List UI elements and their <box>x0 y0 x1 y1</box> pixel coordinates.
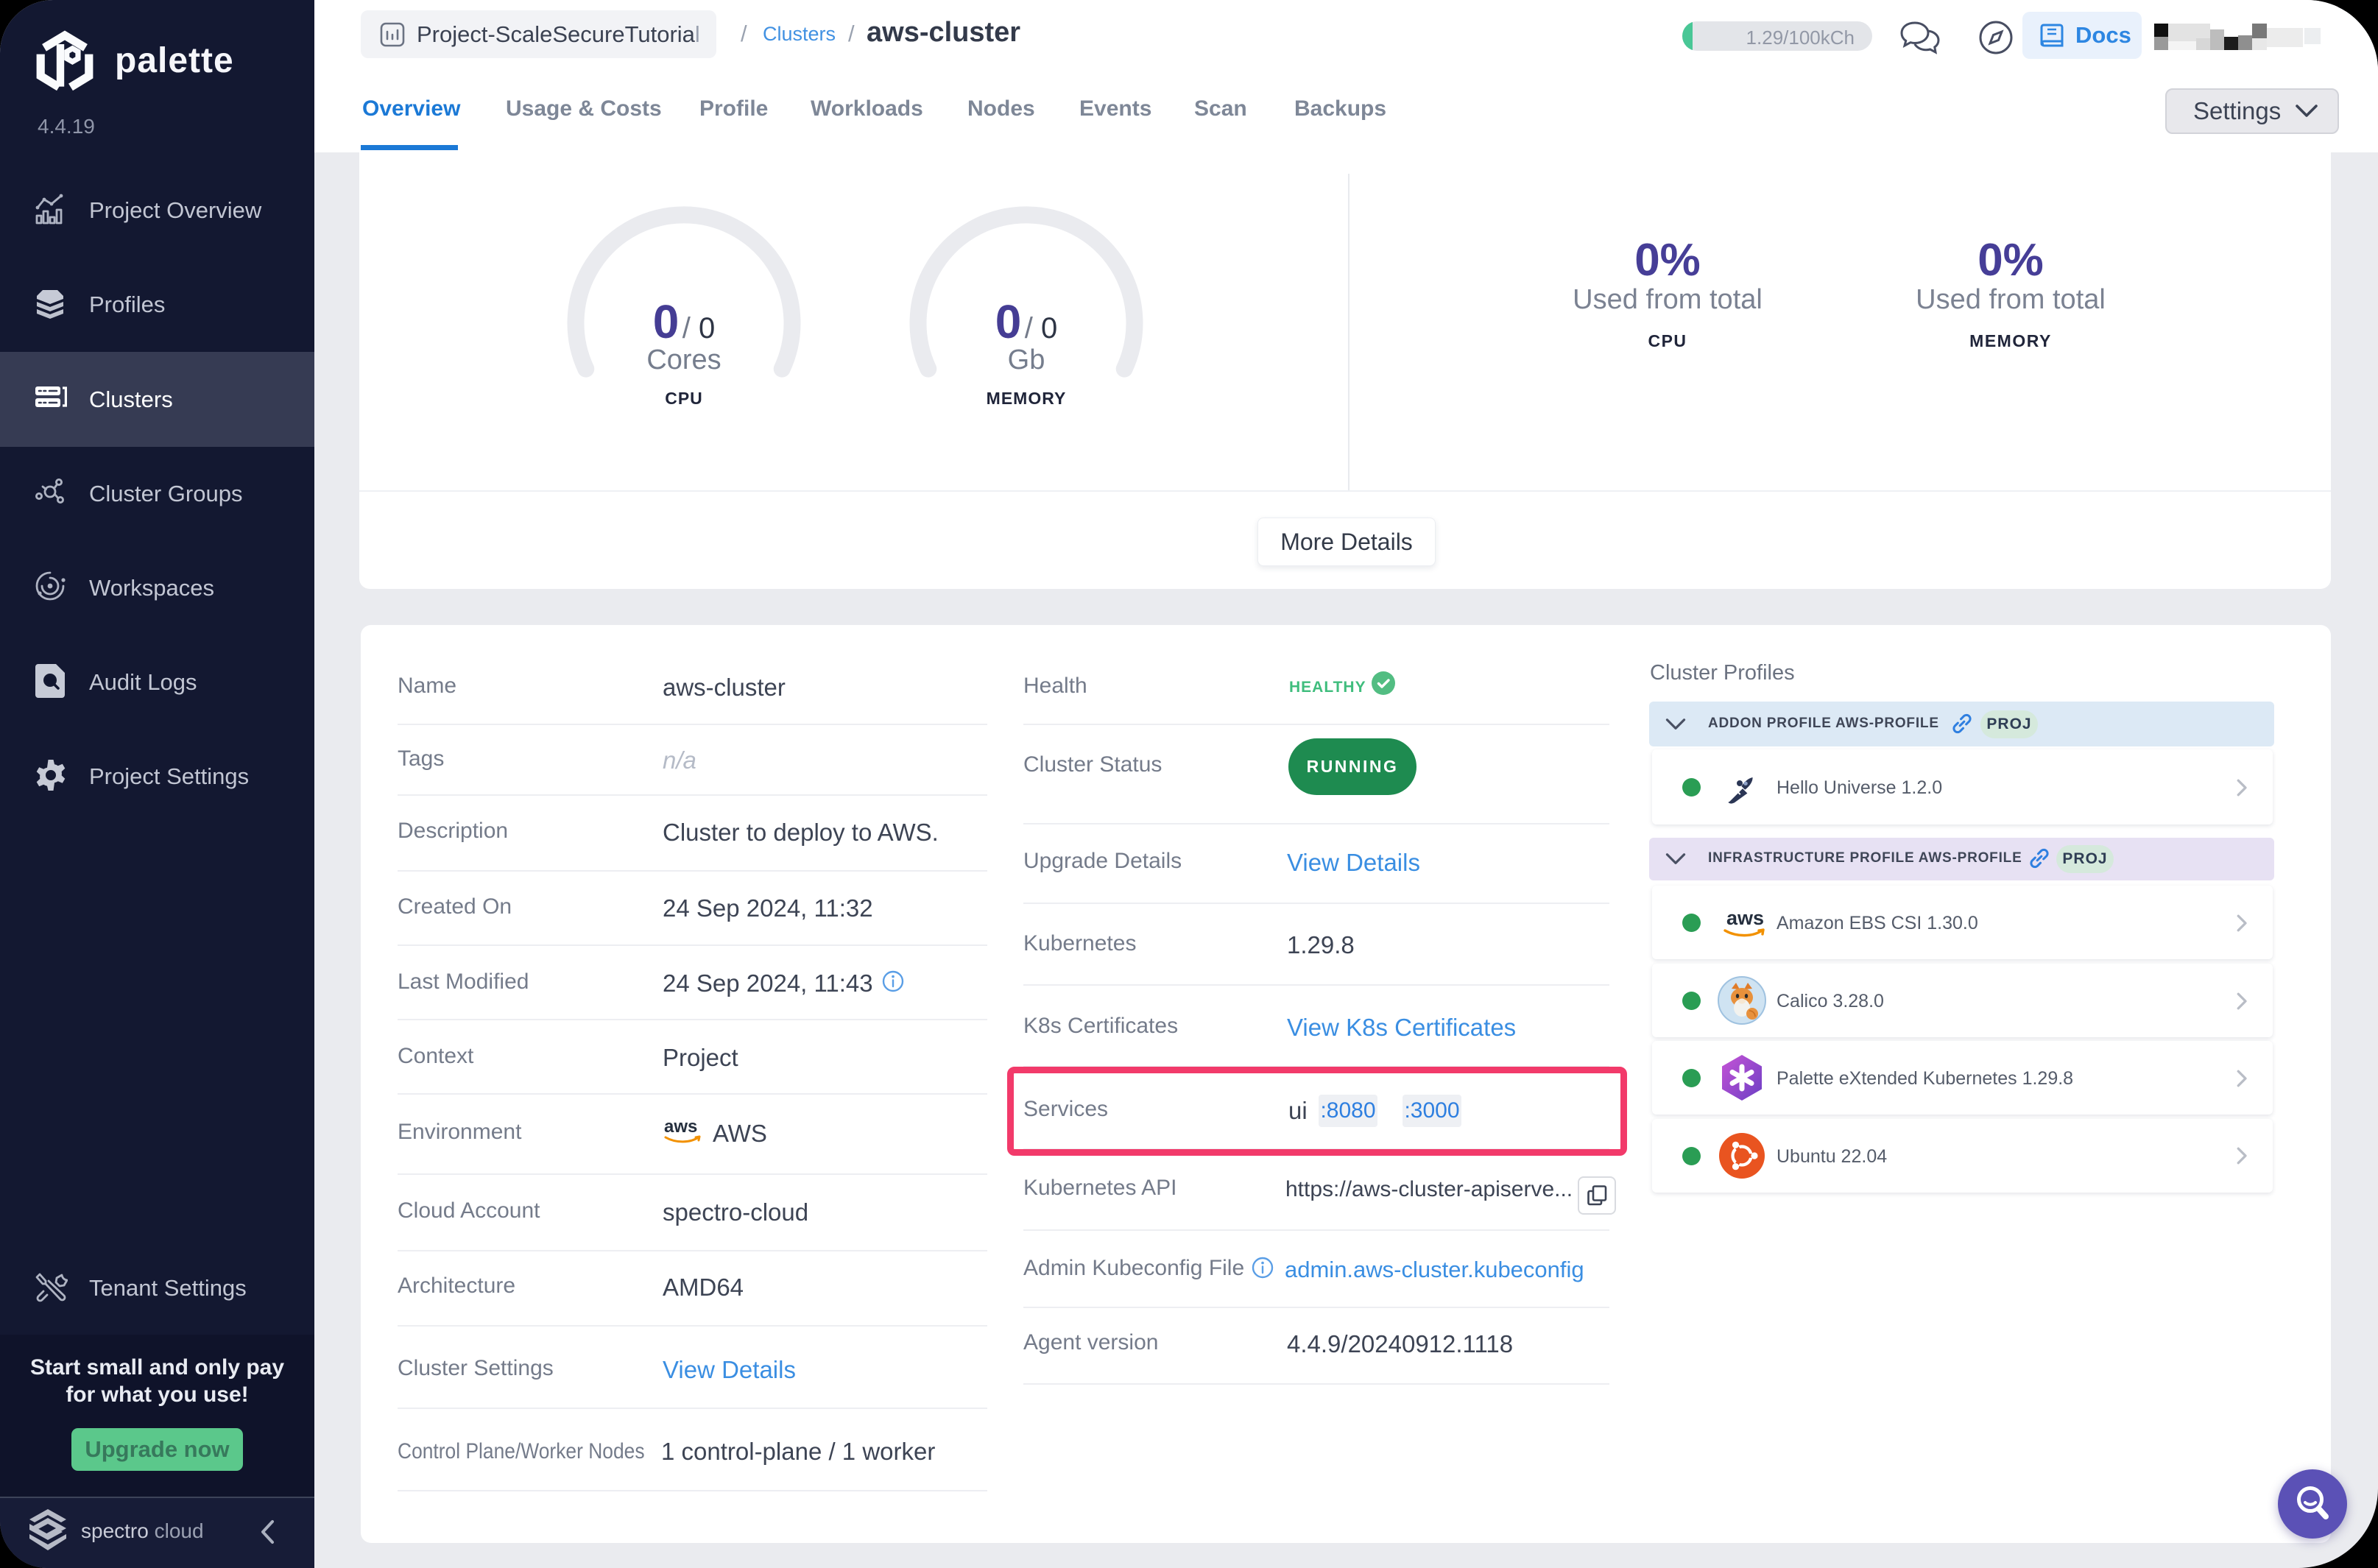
svg-text:aws: aws <box>664 1117 697 1137</box>
svg-text:aws: aws <box>1726 907 1764 929</box>
